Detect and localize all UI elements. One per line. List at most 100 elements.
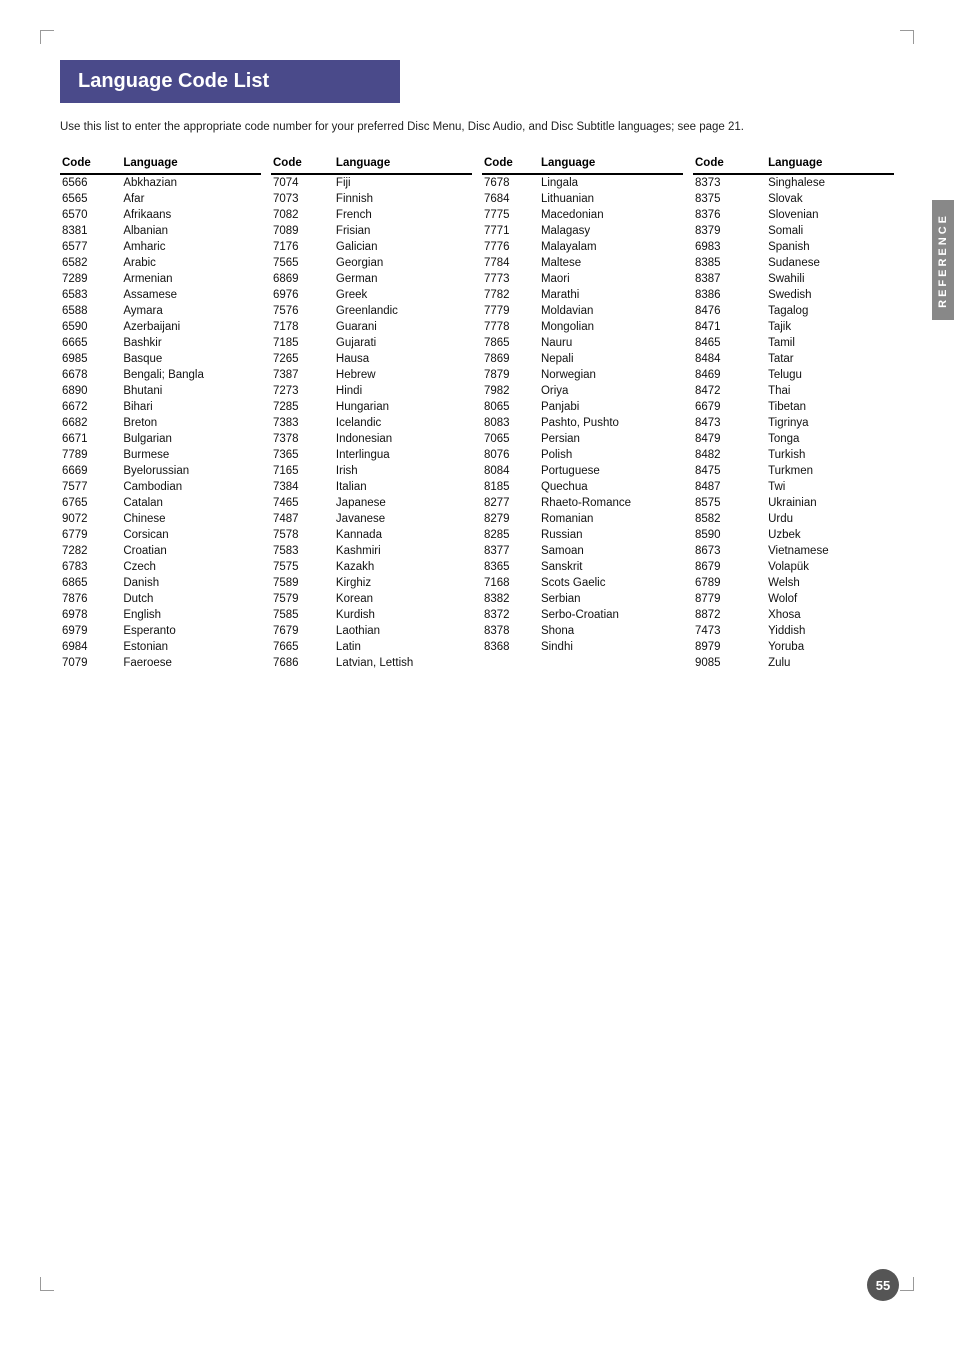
language-name: Nepali	[539, 351, 683, 367]
table-row: 7686Latvian, Lettish	[271, 655, 472, 671]
language-name: Estonian	[121, 639, 261, 655]
language-code: 7784	[482, 255, 539, 271]
table-row: 7678Lingala	[482, 174, 683, 191]
language-code: 8277	[482, 495, 539, 511]
table-row: 8385Sudanese	[693, 255, 894, 271]
table-row: 8482Turkish	[693, 447, 894, 463]
table-row: 6865Danish	[60, 575, 261, 591]
table-row: 8779Wolof	[693, 591, 894, 607]
reference-tab: REFERENCE	[932, 200, 954, 320]
language-name: Swedish	[766, 287, 894, 303]
table-row: 7576Greenlandic	[271, 303, 472, 319]
table-row: 6566Abkhazian	[60, 174, 261, 191]
table-row: 7876Dutch	[60, 591, 261, 607]
language-code: 7865	[482, 335, 539, 351]
language-code: 7465	[271, 495, 334, 511]
language-code: 7265	[271, 351, 334, 367]
language-name: Marathi	[539, 287, 683, 303]
language-code: 7879	[482, 367, 539, 383]
language-code: 7665	[271, 639, 334, 655]
table-row: 6590Azerbaijani	[60, 319, 261, 335]
language-name: Tatar	[766, 351, 894, 367]
table-row: 8590Uzbek	[693, 527, 894, 543]
language-name: Slovenian	[766, 207, 894, 223]
language-code: 6566	[60, 174, 121, 191]
language-name: Abkhazian	[121, 174, 261, 191]
language-code: 7679	[271, 623, 334, 639]
language-code: 6985	[60, 351, 121, 367]
language-code: 9072	[60, 511, 121, 527]
table-row: 8285Russian	[482, 527, 683, 543]
language-name: Telugu	[766, 367, 894, 383]
table-row: 8083Pashto, Pushto	[482, 415, 683, 431]
language-code: 7782	[482, 287, 539, 303]
table-row: 6583Assamese	[60, 287, 261, 303]
language-code: 8979	[693, 639, 766, 655]
reference-label: REFERENCE	[937, 213, 949, 308]
table-row: 7168Scots Gaelic	[482, 575, 683, 591]
language-code: 7073	[271, 191, 334, 207]
table-row: 8277Rhaeto-Romance	[482, 495, 683, 511]
language-name: Quechua	[539, 479, 683, 495]
language-code: 7282	[60, 543, 121, 559]
language-code: 7576	[271, 303, 334, 319]
table-row: 7879Norwegian	[482, 367, 683, 383]
language-name: Singhalese	[766, 174, 894, 191]
table-row: 7365Interlingua	[271, 447, 472, 463]
language-name: Guarani	[334, 319, 472, 335]
language-code: 7585	[271, 607, 334, 623]
table-row: 6976Greek	[271, 287, 472, 303]
language-code: 8479	[693, 431, 766, 447]
language-name: Macedonian	[539, 207, 683, 223]
language-name: Burmese	[121, 447, 261, 463]
language-code: 7074	[271, 174, 334, 191]
table-row: 6678Bengali; Bangla	[60, 367, 261, 383]
table-row: 7583Kashmiri	[271, 543, 472, 559]
table-row: 7577Cambodian	[60, 479, 261, 495]
language-code: 7185	[271, 335, 334, 351]
language-name: Lingala	[539, 174, 683, 191]
language-code: 8373	[693, 174, 766, 191]
table-row: 8872Xhosa	[693, 607, 894, 623]
language-code: 7779	[482, 303, 539, 319]
language-code: 6583	[60, 287, 121, 303]
col-header-code: Code	[482, 154, 539, 174]
page-description: Use this list to enter the appropriate c…	[60, 119, 894, 136]
language-name: Afar	[121, 191, 261, 207]
table-row: 7782Marathi	[482, 287, 683, 303]
language-code: 8575	[693, 495, 766, 511]
language-name: French	[334, 207, 472, 223]
language-name: Chinese	[121, 511, 261, 527]
language-code: 8377	[482, 543, 539, 559]
language-name: Hindi	[334, 383, 472, 399]
table-row: 8279Romanian	[482, 511, 683, 527]
language-table-3: CodeLanguage8373Singhalese8375Slovak8376…	[693, 154, 894, 671]
language-code: 6984	[60, 639, 121, 655]
language-name: Esperanto	[121, 623, 261, 639]
language-code: 7273	[271, 383, 334, 399]
language-code: 6978	[60, 607, 121, 623]
language-name: Spanish	[766, 239, 894, 255]
language-name: Irish	[334, 463, 472, 479]
language-code: 7082	[271, 207, 334, 223]
language-name: Nauru	[539, 335, 683, 351]
table-row: 7771Malagasy	[482, 223, 683, 239]
language-code: 8279	[482, 511, 539, 527]
language-name: Byelorussian	[121, 463, 261, 479]
language-name: Kurdish	[334, 607, 472, 623]
language-code: 7789	[60, 447, 121, 463]
language-code: 8387	[693, 271, 766, 287]
language-name: Kannada	[334, 527, 472, 543]
language-code: 6783	[60, 559, 121, 575]
table-row: 6577Amharic	[60, 239, 261, 255]
table-row: 7387Hebrew	[271, 367, 472, 383]
table-row: 8076Polish	[482, 447, 683, 463]
language-name: Vietnamese	[766, 543, 894, 559]
table-row: 7073Finnish	[271, 191, 472, 207]
col-header-language: Language	[766, 154, 894, 174]
table-row: 7789Burmese	[60, 447, 261, 463]
language-name: Fiji	[334, 174, 472, 191]
table-row: 6765Catalan	[60, 495, 261, 511]
language-code: 8779	[693, 591, 766, 607]
language-code: 7982	[482, 383, 539, 399]
